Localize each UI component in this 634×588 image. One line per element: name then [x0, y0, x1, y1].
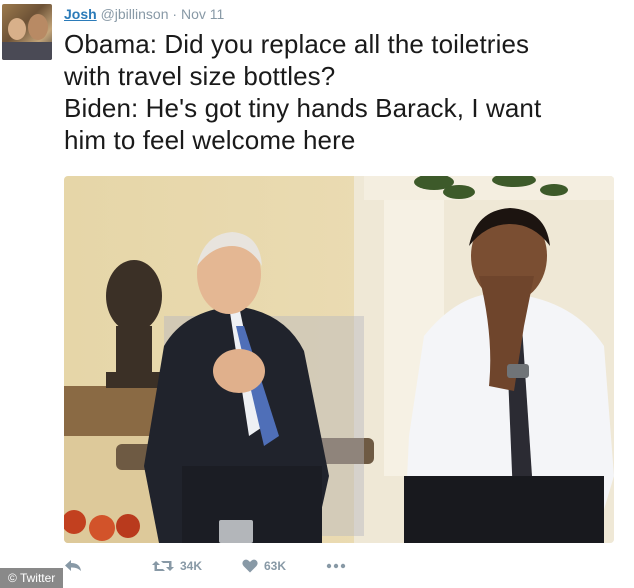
avatar-face-left	[8, 18, 26, 40]
avatar-shirt	[2, 42, 52, 60]
more-dots-icon	[326, 563, 346, 569]
header-separator: ·	[172, 6, 178, 22]
tweet-photo[interactable]	[64, 176, 614, 543]
retweet-count: 34K	[180, 559, 203, 573]
tweet-text-line: him to feel welcome here	[64, 125, 356, 155]
reply-button[interactable]	[64, 559, 82, 573]
avatar-face-right	[28, 14, 48, 40]
like-count: 63K	[264, 559, 287, 573]
retweet-button[interactable]: 34K	[152, 559, 202, 573]
author-name-link[interactable]: Josh	[64, 6, 97, 22]
like-button[interactable]: 63K	[242, 559, 286, 573]
author-avatar[interactable]	[2, 4, 52, 60]
tweet-header: Josh @jbillinson · Nov 11	[64, 6, 224, 22]
tweet-actions: 34K 63K	[64, 556, 346, 576]
photo-scene	[64, 176, 614, 543]
reply-icon	[65, 560, 81, 571]
image-credit: © Twitter	[0, 568, 64, 588]
author-handle[interactable]: @jbillinson	[101, 6, 169, 22]
tweet-date-link[interactable]: Nov 11	[181, 6, 224, 22]
more-button[interactable]	[326, 563, 346, 569]
tweet-text-line: Biden: He's got tiny hands Barack, I wan…	[64, 93, 542, 123]
tweet-text-line: with travel size bottles?	[64, 61, 336, 91]
tweet-text: Obama: Did you replace all the toiletrie…	[64, 28, 624, 156]
heart-icon	[242, 559, 258, 573]
retweet-icon	[152, 561, 174, 571]
photo-person-left	[144, 232, 329, 543]
photo-bust	[106, 260, 162, 388]
photo-mantel	[364, 176, 614, 200]
tweet-text-line: Obama: Did you replace all the toiletrie…	[64, 29, 530, 59]
